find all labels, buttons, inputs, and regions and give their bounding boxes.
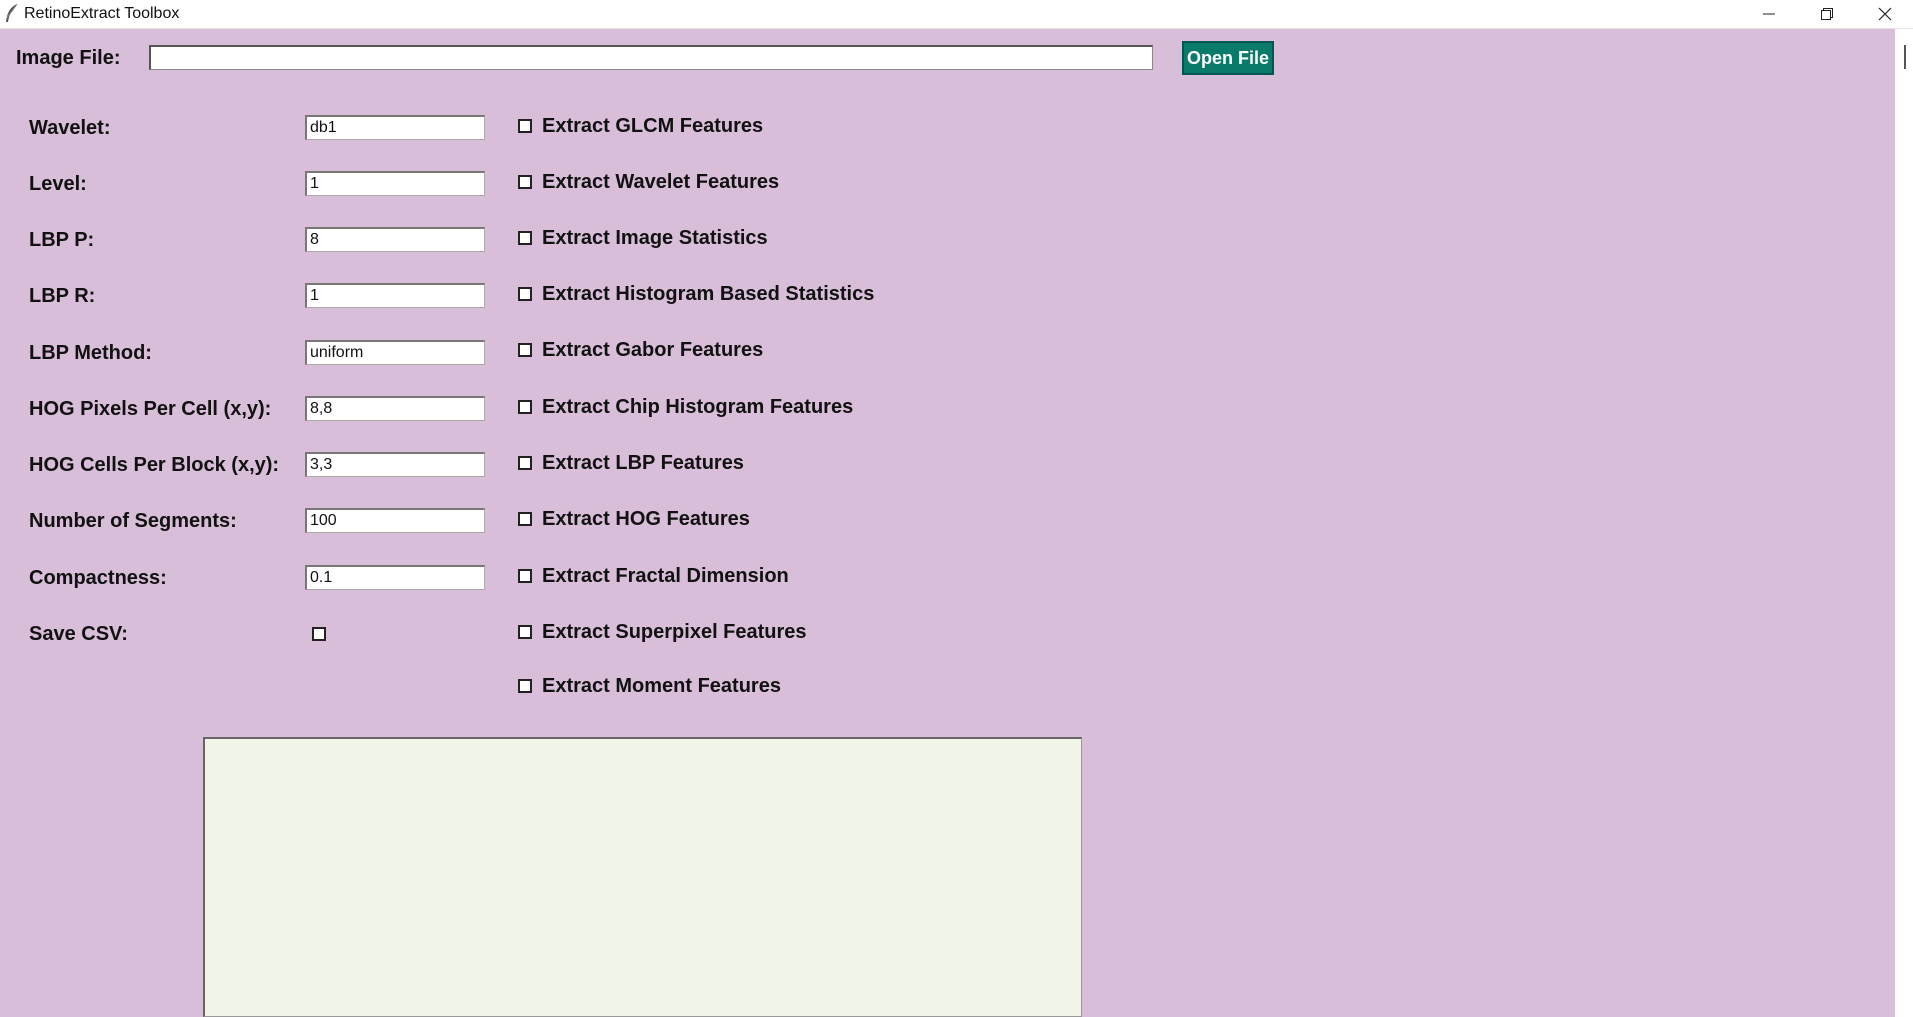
lbp-p-label: LBP P: bbox=[29, 229, 95, 251]
lbp-r-label: LBP R: bbox=[29, 285, 96, 307]
gabor-features-checkbox[interactable] bbox=[518, 343, 532, 357]
lbp-features-option[interactable]: Extract LBP Features bbox=[518, 451, 744, 475]
main-panel: Image File: Open File Wavelet: Level: LB… bbox=[0, 29, 1893, 1017]
hog-features-checkbox[interactable] bbox=[518, 512, 532, 526]
restore-icon bbox=[1821, 8, 1833, 20]
image-statistics-checkbox[interactable] bbox=[518, 231, 532, 245]
fractal-dimension-option[interactable]: Extract Fractal Dimension bbox=[518, 564, 789, 588]
fractal-dimension-label: Extract Fractal Dimension bbox=[542, 564, 789, 587]
compactness-input[interactable] bbox=[305, 565, 485, 590]
number-of-segments-input[interactable] bbox=[305, 508, 485, 533]
superpixel-features-option[interactable]: Extract Superpixel Features bbox=[518, 620, 807, 644]
level-input[interactable] bbox=[305, 171, 485, 196]
chip-histogram-features-option[interactable]: Extract Chip Histogram Features bbox=[518, 395, 853, 419]
moment-features-checkbox[interactable] bbox=[518, 679, 532, 693]
chip-histogram-features-checkbox[interactable] bbox=[518, 400, 532, 414]
window-title: RetinoExtract Toolbox bbox=[24, 5, 180, 22]
hog-pixels-per-cell-input[interactable] bbox=[305, 396, 485, 421]
lbp-r-input[interactable] bbox=[305, 283, 485, 308]
title-bar: RetinoExtract Toolbox bbox=[0, 0, 1913, 29]
level-label: Level: bbox=[29, 173, 87, 195]
wavelet-input[interactable] bbox=[305, 115, 485, 140]
minimize-button[interactable] bbox=[1740, 0, 1798, 28]
superpixel-features-label: Extract Superpixel Features bbox=[542, 620, 807, 643]
glcm-features-checkbox[interactable] bbox=[518, 119, 532, 133]
superpixel-features-checkbox[interactable] bbox=[518, 625, 532, 639]
hog-features-label: Extract HOG Features bbox=[542, 507, 750, 530]
restore-button[interactable] bbox=[1798, 0, 1856, 28]
feather-icon bbox=[4, 3, 20, 23]
lbp-method-label: LBP Method: bbox=[29, 342, 152, 364]
scrollbar-thumb[interactable] bbox=[1904, 45, 1906, 69]
close-button[interactable] bbox=[1856, 0, 1913, 28]
minimize-icon bbox=[1763, 13, 1775, 15]
lbp-p-input[interactable] bbox=[305, 227, 485, 252]
glcm-features-option[interactable]: Extract GLCM Features bbox=[518, 114, 763, 138]
glcm-features-label: Extract GLCM Features bbox=[542, 114, 764, 137]
wavelet-label: Wavelet: bbox=[29, 117, 111, 139]
moment-features-option[interactable]: Extract Moment Features bbox=[518, 674, 781, 698]
lbp-features-checkbox[interactable] bbox=[518, 456, 532, 470]
image-file-label: Image File: bbox=[16, 47, 121, 69]
save-csv-checkbox[interactable] bbox=[312, 627, 326, 641]
moment-features-label: Extract Moment Features bbox=[542, 674, 781, 697]
open-file-button[interactable]: Open File bbox=[1182, 41, 1274, 75]
gabor-features-label: Extract Gabor Features bbox=[542, 338, 764, 361]
histogram-statistics-checkbox[interactable] bbox=[518, 287, 532, 301]
lbp-method-input[interactable] bbox=[305, 340, 485, 365]
number-of-segments-label: Number of Segments: bbox=[29, 510, 237, 532]
lbp-features-label: Extract LBP Features bbox=[542, 451, 744, 474]
histogram-statistics-option[interactable]: Extract Histogram Based Statistics bbox=[518, 282, 874, 306]
hog-features-option[interactable]: Extract HOG Features bbox=[518, 507, 750, 531]
hog-cells-per-block-label: HOG Cells Per Block (x,y): bbox=[29, 454, 280, 476]
chip-histogram-features-label: Extract Chip Histogram Features bbox=[542, 395, 854, 418]
image-file-input[interactable] bbox=[149, 45, 1153, 70]
image-statistics-option[interactable]: Extract Image Statistics bbox=[518, 226, 768, 250]
wavelet-features-checkbox[interactable] bbox=[518, 175, 532, 189]
image-statistics-label: Extract Image Statistics bbox=[542, 226, 768, 249]
hog-cells-per-block-input[interactable] bbox=[305, 452, 485, 477]
wavelet-features-label: Extract Wavelet Features bbox=[542, 170, 780, 193]
output-text-area[interactable] bbox=[203, 737, 1082, 1017]
wavelet-features-option[interactable]: Extract Wavelet Features bbox=[518, 170, 779, 194]
histogram-statistics-label: Extract Histogram Based Statistics bbox=[542, 282, 875, 305]
save-csv-label: Save CSV: bbox=[29, 623, 128, 645]
hog-pixels-per-cell-label: HOG Pixels Per Cell (x,y): bbox=[29, 398, 272, 420]
close-icon bbox=[1878, 7, 1892, 21]
fractal-dimension-checkbox[interactable] bbox=[518, 569, 532, 583]
compactness-label: Compactness: bbox=[29, 567, 167, 589]
gabor-features-option[interactable]: Extract Gabor Features bbox=[518, 338, 763, 362]
vertical-scrollbar[interactable] bbox=[1895, 29, 1913, 1017]
